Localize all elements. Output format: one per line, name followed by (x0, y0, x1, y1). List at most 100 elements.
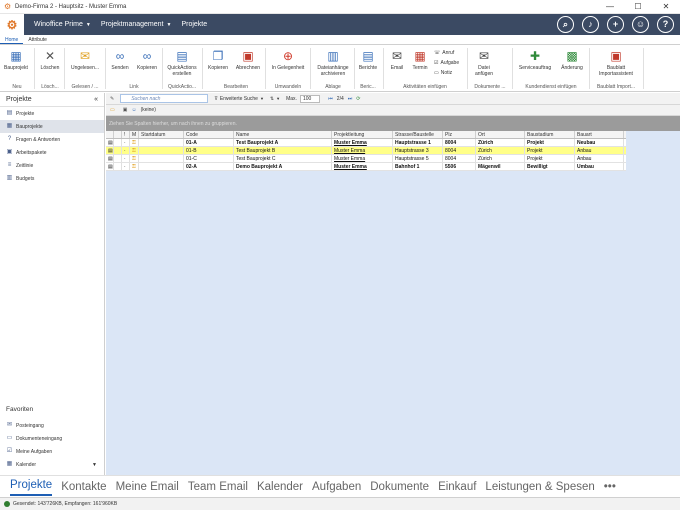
button-label: Email (390, 65, 404, 71)
sidebar-item-zeitlinie[interactable]: ≡ Zeitlinie (0, 159, 104, 172)
table-row[interactable]: ▤ · ⚿ 01-C Test Bauprojekt C Muster Emma… (106, 155, 626, 163)
cell-projektleitung[interactable]: Muster Emma (332, 163, 393, 170)
refresh-icon[interactable]: ⟳ (356, 96, 360, 102)
app-logo-icon[interactable]: ⚙ (0, 14, 24, 35)
column-header-doc[interactable] (106, 131, 114, 138)
reports-button[interactable]: ▤ Berichte (357, 49, 379, 71)
sidebar-item-bauprojekte[interactable]: ▦ Bauprojekte (0, 120, 104, 133)
first-page-icon[interactable]: ⏮ (328, 96, 333, 102)
tab-home[interactable]: Home (0, 35, 24, 44)
quickactions-create-button[interactable]: ▤ QuickActions erstellen (166, 49, 198, 77)
copy-link-button[interactable]: ∞ Kopieren (134, 49, 160, 71)
user-filter-icon[interactable]: ☺ (131, 107, 136, 113)
sidebar-item-fragen[interactable]: ? Fragen & Antworten (0, 133, 104, 146)
column-header-baustadium[interactable]: Baustadium (525, 131, 575, 138)
baublatt-import-button[interactable]: ▣ Baublatt Importassistent (592, 49, 640, 77)
filter-icon[interactable]: ⊽ (214, 96, 218, 102)
favorite-dokumenteneingang[interactable]: ▭ Dokumenteneingang (0, 432, 105, 445)
aenderung-button[interactable]: ▩ Änderung (558, 49, 586, 71)
column-header-name[interactable]: Name (234, 131, 332, 138)
convert-opportunity-button[interactable]: ⊕ In Gelegenheit (268, 49, 308, 71)
column-header-m[interactable]: M (130, 131, 139, 138)
view-icon[interactable]: ▣ (123, 107, 128, 113)
abrechnen-button[interactable]: ▣ Abrechnen (233, 49, 263, 71)
sort-icon[interactable]: ⇅ (270, 96, 274, 102)
collapse-icon[interactable]: « (94, 96, 98, 103)
column-header-code[interactable]: Code (184, 131, 234, 138)
bell-icon[interactable]: ♪ (582, 16, 599, 33)
maximize-button[interactable]: ☐ (624, 0, 652, 14)
nav-more-icon[interactable]: ••• (604, 481, 616, 493)
add-icon[interactable]: + (607, 16, 624, 33)
column-header-bauart[interactable]: Bauart (575, 131, 624, 138)
new-bauprojekt-button[interactable]: ▦ Bauprojekt (3, 49, 29, 71)
chevron-down-icon[interactable]: ▼ (92, 462, 97, 468)
next-page-icon[interactable]: ⏭ (348, 96, 353, 102)
table-row[interactable]: ▤ · ⚿ 02-A Demo Bauprojekt A Muster Emma… (106, 163, 626, 171)
serviceauftrag-button[interactable]: ✚ Serviceauftrag (516, 49, 554, 71)
group-by-panel[interactable]: Ziehen Sie Spalten hierher, um nach ihne… (106, 116, 680, 131)
column-header-filter[interactable] (114, 131, 122, 138)
sidebar-item-projekte[interactable]: ▤ Projekte (0, 107, 104, 120)
edit-icon[interactable]: ✎ (110, 96, 114, 102)
row-cell (139, 163, 184, 170)
column-header-ort[interactable]: Ort (476, 131, 525, 138)
button-label: Termin (412, 65, 428, 71)
tab-attribute[interactable]: Attribute (23, 35, 52, 44)
cell-ort: Zürich (476, 155, 525, 162)
chevron-down-icon[interactable]: ▼ (260, 96, 264, 101)
button-label: Datei anfügen (474, 65, 494, 77)
column-header-priority[interactable]: ! (122, 131, 130, 138)
nav-projekte[interactable]: Projekte (10, 477, 53, 496)
cell-projektleitung[interactable]: Muster Emma (332, 147, 393, 154)
extended-search-button[interactable]: Erweiterte Suche (220, 96, 258, 102)
nav-leistungen-spesen[interactable]: Leistungen & Spesen (485, 481, 594, 493)
search-input[interactable]: Suchen nach (120, 94, 209, 103)
column-header-projektleitung[interactable]: Projektleitung (332, 131, 393, 138)
nav-meine-email[interactable]: Meine Email (116, 481, 179, 493)
module-switcher[interactable]: Projektmanagement ▼ (101, 21, 172, 28)
archive-attachments-button[interactable]: ▥ Dateianhänge archivieren (313, 49, 353, 77)
connection-status-icon (4, 501, 10, 507)
send-link-button[interactable]: ∞ Senden (109, 49, 131, 71)
column-header-startdatum[interactable]: Startdatum (139, 131, 184, 138)
email-button[interactable]: ✉ Email (387, 49, 407, 71)
search-icon[interactable]: ⌕ (557, 16, 574, 33)
sidebar-item-arbeitspakete[interactable]: ▣ Arbeitspakete (0, 146, 104, 159)
delete-button[interactable]: ✕ Löschen (39, 49, 61, 71)
column-header-strasse[interactable]: Strasse/Baustelle (393, 131, 443, 138)
anruf-button[interactable]: ☏ Anruf (434, 50, 454, 56)
table-row[interactable]: ▤ · ⚿ 01-A Test Bauprojekt A Muster Emma… (106, 139, 626, 147)
notiz-button[interactable]: ▭ Notiz (434, 70, 452, 76)
copy-button[interactable]: ❐ Kopieren (206, 49, 230, 71)
nav-kalender[interactable]: Kalender (257, 481, 303, 493)
nav-dokumente[interactable]: Dokumente (370, 481, 429, 493)
help-icon[interactable]: ? (657, 16, 674, 33)
attach-file-button[interactable]: ✉ Datei anfügen (472, 49, 496, 77)
search-toolbar: ✎ Suchen nach ⊽ Erweiterte Suche ▼ ⇅ ▼ M… (106, 93, 680, 105)
nav-aufgaben[interactable]: Aufgaben (312, 481, 361, 493)
sidebar-item-budgets[interactable]: ▥ Budgets (0, 172, 104, 185)
user-icon[interactable]: ☺ (632, 16, 649, 33)
document-icon: ▤ (108, 155, 114, 162)
mark-unread-button[interactable]: ✉ Ungelesen... (68, 49, 102, 71)
app-switcher[interactable]: Winoffice Prime ▼ (34, 21, 91, 28)
breadcrumb-page[interactable]: Projekte (181, 21, 207, 28)
table-row[interactable]: ▤ · ⚿ 01-B Test Bauprojekt B Muster Emma… (106, 147, 626, 155)
close-button[interactable]: ✕ (652, 0, 680, 14)
favorite-posteingang[interactable]: ✉ Posteingang (0, 419, 105, 432)
max-select[interactable]: 100 (299, 94, 321, 103)
favorite-meine-aufgaben[interactable]: ☑ Meine Aufgaben (0, 445, 105, 458)
nav-kontakte[interactable]: Kontakte (61, 481, 106, 493)
cell-projektleitung[interactable]: Muster Emma (332, 155, 393, 162)
cell-projektleitung[interactable]: Muster Emma (332, 139, 393, 146)
aufgabe-button[interactable]: ☑ Aufgabe (434, 60, 459, 66)
folder-icon[interactable]: ▭ (110, 107, 115, 113)
nav-einkauf[interactable]: Einkauf (438, 481, 476, 493)
nav-team-email[interactable]: Team Email (188, 481, 248, 493)
minimize-button[interactable]: — (596, 0, 624, 14)
favorite-kalender[interactable]: ▦ Kalender ▼ (0, 458, 105, 471)
column-header-plz[interactable]: Plz (443, 131, 476, 138)
termin-button[interactable]: ▦ Termin (409, 49, 431, 71)
chevron-down-icon[interactable]: ▼ (276, 96, 280, 101)
